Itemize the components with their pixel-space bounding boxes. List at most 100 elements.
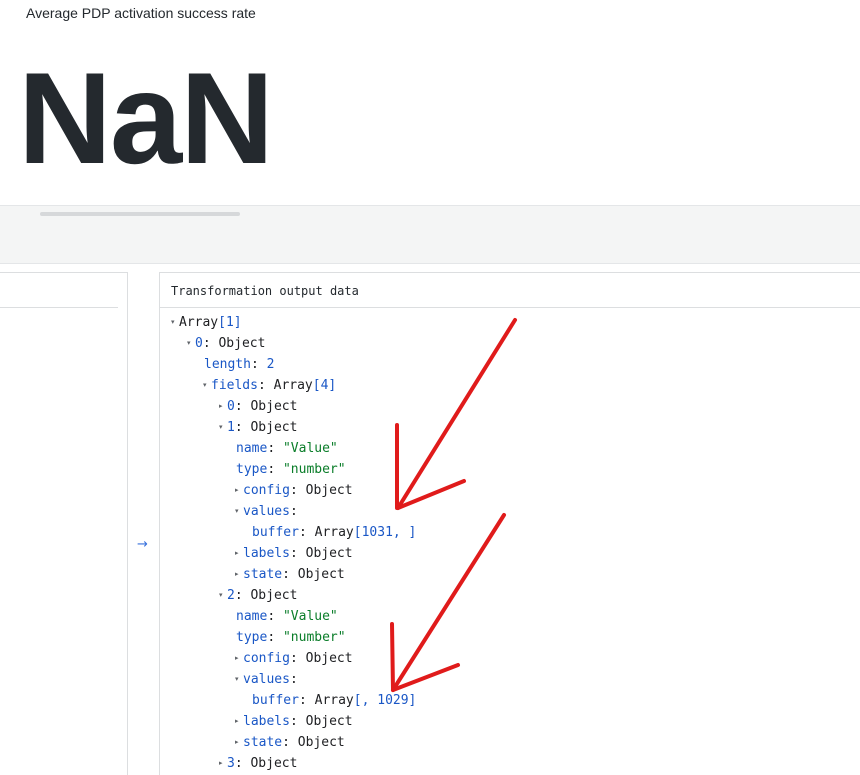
output-pane-title: Transformation output data [171, 284, 359, 298]
tree-value: "Value" [282, 609, 338, 624]
tree-node-field-0[interactable]: ▸ 0: Object [219, 396, 297, 417]
transformation-output-pane: Transformation output data ▾ Array[1] ▾ 0:… [159, 272, 860, 775]
tree-type: Object [250, 399, 298, 414]
expanded-triangle-icon[interactable]: ▾ [235, 501, 243, 522]
collapsed-triangle-icon[interactable]: ▸ [235, 732, 243, 753]
tree-node-name: name: "Value" [236, 438, 338, 459]
tree-node-values[interactable]: ▾ values: [235, 669, 298, 690]
tree-node-config[interactable]: ▸ config: Object [235, 648, 353, 669]
tree-node-type: type: "number" [236, 459, 346, 480]
tree-separator: : [234, 588, 251, 603]
collapsed-triangle-icon[interactable]: ▸ [235, 648, 243, 669]
tree-node-field-1[interactable]: ▾ 1: Object [219, 417, 297, 438]
tree-key: name [236, 441, 268, 456]
tree-node-name: name: "Value" [236, 606, 338, 627]
tree-node-length: length: 2 [204, 354, 274, 375]
tree-type: Array [273, 378, 313, 393]
tree-node-buffer: buffer: Array[, 1029] [252, 690, 416, 711]
input-pane-header-rule [0, 307, 118, 308]
tree-separator: : [250, 357, 267, 372]
tree-key: buffer [252, 693, 299, 708]
collapsed-triangle-icon[interactable]: ▸ [219, 753, 227, 774]
collapsed-triangle-icon[interactable]: ▸ [235, 564, 243, 585]
tree-type: Array [314, 525, 354, 540]
tree-separator: : [289, 546, 306, 561]
tree-key: labels [243, 546, 290, 561]
tree-key: config [243, 651, 290, 666]
tree-type: Object [305, 483, 353, 498]
tree-type: Object [250, 756, 298, 771]
tree-type: Object [250, 588, 298, 603]
tree-separator: : [202, 336, 219, 351]
tree-value: 2 [266, 357, 275, 372]
tree-key: 2 [227, 588, 235, 603]
tree-separator: : [289, 483, 306, 498]
tree-key: type [236, 462, 268, 477]
tree-separator: : [234, 420, 251, 435]
tree-count: [4] [312, 378, 337, 393]
tree-node-field-2[interactable]: ▾ 2: Object [219, 585, 297, 606]
tree-separator: : [234, 756, 251, 771]
tree-separator: : [298, 525, 315, 540]
tree-separator: : [257, 378, 274, 393]
resize-handle[interactable] [40, 212, 240, 216]
tree-type: Object [305, 546, 353, 561]
tree-key: state [243, 567, 283, 582]
tree-node-state[interactable]: ▸ state: Object [235, 732, 345, 753]
tree-key: values [243, 672, 290, 687]
tree-type: Object [297, 735, 345, 750]
tree-node-values[interactable]: ▾ values: [235, 501, 298, 522]
collapsed-triangle-icon[interactable]: ▸ [219, 396, 227, 417]
tree-separator: : [289, 504, 298, 519]
tree-type: Object [305, 651, 353, 666]
collapsed-triangle-icon[interactable]: ▸ [235, 480, 243, 501]
tree-key: values [243, 504, 290, 519]
expanded-triangle-icon[interactable]: ▾ [187, 333, 195, 354]
tree-separator: : [267, 630, 283, 645]
collapsed-triangle-icon[interactable]: ▸ [235, 711, 243, 732]
tree-type: Object [297, 567, 345, 582]
tree-value: [, 1029] [353, 693, 417, 708]
expanded-triangle-icon[interactable]: ▾ [219, 417, 227, 438]
expanded-triangle-icon[interactable]: ▾ [203, 375, 211, 396]
tree-key: length [204, 357, 251, 372]
tree-key: labels [243, 714, 290, 729]
collapsed-triangle-icon[interactable]: ▸ [235, 543, 243, 564]
tree-separator: : [267, 609, 283, 624]
tree-separator: : [298, 693, 315, 708]
tree-separator: : [234, 399, 251, 414]
expanded-triangle-icon[interactable]: ▾ [219, 585, 227, 606]
tree-node-labels[interactable]: ▸ labels: Object [235, 711, 353, 732]
tree-value: "Value" [282, 441, 338, 456]
tree-key: config [243, 483, 290, 498]
tree-key: 0 [195, 336, 203, 351]
tree-type: Object [250, 420, 298, 435]
tree-count: [1] [218, 315, 242, 330]
tree-node-type: type: "number" [236, 627, 346, 648]
tree-separator: : [267, 441, 283, 456]
tree-separator: : [289, 714, 306, 729]
tree-value: "number" [282, 630, 346, 645]
tree-node-fields[interactable]: ▾ fields: Array[4] [203, 375, 336, 396]
tree-key: name [236, 609, 268, 624]
tree-node-root[interactable]: ▾ Array[1] [171, 312, 242, 333]
tree-type: Array [314, 693, 354, 708]
arrow-right-icon: → [137, 537, 148, 552]
tree-value: [1031, ] [353, 525, 417, 540]
tree-separator: : [267, 462, 283, 477]
expanded-triangle-icon[interactable]: ▾ [235, 669, 243, 690]
tree-node-field-3[interactable]: ▸ 3: Object [219, 753, 297, 774]
tree-key: 0 [227, 399, 235, 414]
tree-node-labels[interactable]: ▸ labels: Object [235, 543, 353, 564]
tree-key: fields [211, 378, 258, 393]
tree-node-0[interactable]: ▾ 0: Object [187, 333, 265, 354]
tree-node-state[interactable]: ▸ state: Object [235, 564, 345, 585]
expanded-triangle-icon[interactable]: ▾ [171, 312, 179, 333]
panel-title: Average PDP activation success rate [26, 5, 256, 21]
tree-key: Array [179, 315, 219, 330]
tree-key: 3 [227, 756, 235, 771]
stat-value: NaN [18, 45, 274, 191]
tree-type: Object [305, 714, 353, 729]
tree-node-config[interactable]: ▸ config: Object [235, 480, 353, 501]
tree-separator: : [289, 651, 306, 666]
